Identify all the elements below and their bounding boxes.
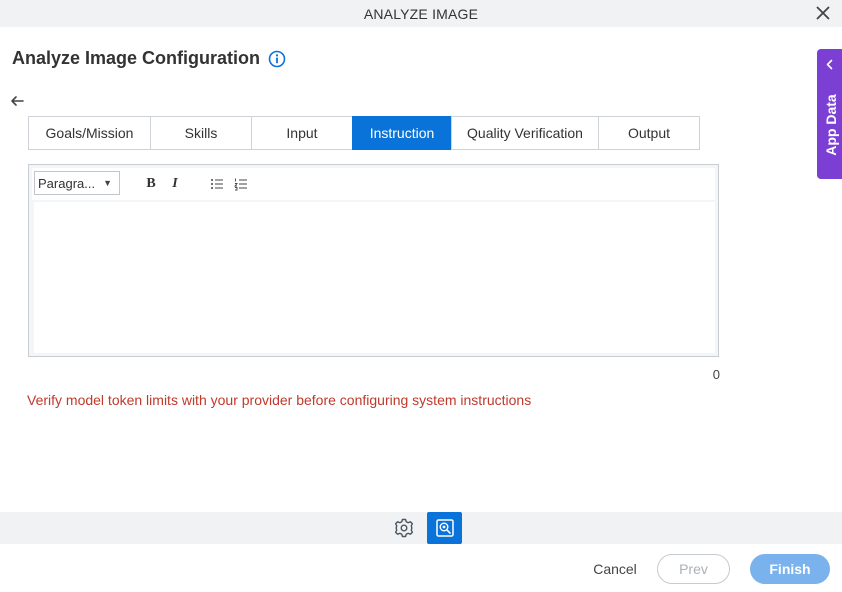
character-count: 0 bbox=[712, 367, 720, 382]
bottom-toolbar bbox=[0, 512, 842, 544]
gear-icon[interactable] bbox=[393, 517, 415, 539]
chevron-left-icon bbox=[826, 59, 833, 70]
close-icon[interactable] bbox=[814, 4, 832, 22]
image-scan-icon bbox=[435, 519, 454, 537]
tab-quality-verification[interactable]: Quality Verification bbox=[451, 116, 599, 150]
app-data-panel-toggle[interactable]: App Data bbox=[817, 49, 842, 179]
window-title: ANALYZE IMAGE bbox=[363, 5, 479, 22]
page-title: Analyze Image Configuration bbox=[12, 48, 261, 68]
prev-button[interactable]: Prev bbox=[657, 554, 730, 584]
back-arrow-icon[interactable] bbox=[9, 93, 25, 109]
tab-skills[interactable]: Skills bbox=[150, 116, 252, 150]
bold-button[interactable]: B bbox=[142, 175, 160, 193]
tab-goals-mission[interactable]: Goals/Mission bbox=[28, 116, 151, 150]
tab-instruction[interactable]: Instruction bbox=[352, 116, 452, 150]
page-header: Analyze Image Configuration bbox=[12, 48, 286, 69]
app-data-label: App Data bbox=[823, 94, 839, 156]
token-limit-warning: Verify model token limits with your prov… bbox=[27, 392, 532, 408]
italic-button[interactable]: I bbox=[166, 175, 184, 193]
tab-output[interactable]: Output bbox=[598, 116, 700, 150]
bulleted-list-icon bbox=[211, 179, 223, 189]
cancel-button[interactable]: Cancel bbox=[586, 558, 644, 580]
editor-content-area[interactable] bbox=[34, 202, 715, 353]
tab-bar: Goals/Mission Skills Input Instruction Q… bbox=[28, 116, 700, 150]
title-bar: ANALYZE IMAGE bbox=[0, 0, 842, 27]
paragraph-format-select[interactable]: Paragra... ▼ bbox=[34, 171, 120, 195]
tab-input[interactable]: Input bbox=[251, 116, 353, 150]
paragraph-format-value: Paragra... bbox=[38, 175, 96, 191]
analyze-image-button[interactable] bbox=[427, 512, 462, 544]
numbered-list-button[interactable] bbox=[232, 175, 250, 193]
numbered-list-icon bbox=[234, 178, 247, 191]
finish-button[interactable]: Finish bbox=[750, 554, 830, 584]
editor-toolbar: Paragra... ▼ B I bbox=[32, 168, 715, 200]
rich-text-editor: Paragra... ▼ B I bbox=[28, 164, 719, 357]
bulleted-list-button[interactable] bbox=[208, 175, 226, 193]
chevron-down-icon: ▼ bbox=[103, 178, 112, 188]
info-icon[interactable] bbox=[268, 50, 286, 68]
